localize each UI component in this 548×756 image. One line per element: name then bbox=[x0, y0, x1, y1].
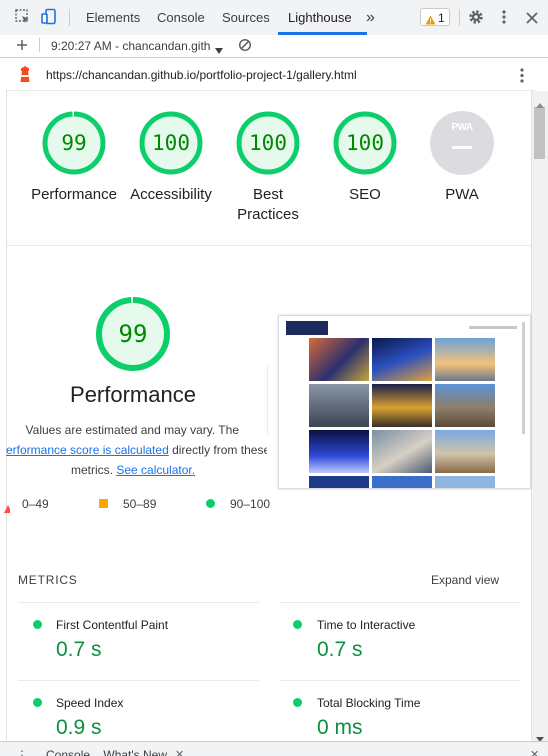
warnings-count: 1 bbox=[438, 11, 445, 25]
metric-value: 0.7 s bbox=[317, 638, 363, 661]
screenshot-logo bbox=[286, 321, 328, 335]
pass-circle-icon bbox=[293, 620, 302, 629]
drawer-tabbar: ⋮ Console What's New ✕ ✕ bbox=[0, 741, 548, 756]
screenshot-nav bbox=[469, 326, 517, 329]
metric-value: 0 ms bbox=[317, 716, 363, 739]
metric-divider bbox=[279, 602, 520, 603]
legend-average-label: 50–89 bbox=[123, 497, 157, 511]
metric-divider bbox=[18, 602, 259, 603]
metric-value: 0.9 s bbox=[56, 716, 102, 739]
description-text: Values are estimated and may vary. The bbox=[25, 423, 239, 437]
gallery-photo bbox=[372, 338, 432, 381]
metric-name: Time to Interactive bbox=[317, 618, 416, 632]
toolbar-divider bbox=[39, 38, 40, 52]
report-menu-icon[interactable] bbox=[520, 68, 524, 88]
device-toolbar-icon[interactable] bbox=[40, 8, 58, 26]
settings-gear-icon[interactable] bbox=[468, 9, 484, 30]
toolbar-divider bbox=[459, 9, 460, 26]
tab-console[interactable]: Console bbox=[157, 0, 205, 35]
new-report-icon[interactable] bbox=[15, 38, 29, 57]
metric-divider bbox=[279, 680, 520, 681]
pass-circle-icon bbox=[293, 698, 302, 707]
gauge-accessibility-score: 100 bbox=[152, 131, 190, 155]
expand-view-button[interactable]: Expand view bbox=[431, 573, 499, 587]
section-divider bbox=[7, 245, 531, 246]
legend-pass-label: 90–100 bbox=[230, 497, 271, 511]
inspect-element-icon[interactable] bbox=[14, 8, 32, 26]
performance-title: Performance bbox=[70, 382, 196, 407]
devtools-tabbar bbox=[0, 0, 548, 36]
gauge-performance-score: 99 bbox=[61, 131, 87, 155]
gallery-photo bbox=[309, 338, 369, 381]
scrollbar-thumb[interactable] bbox=[534, 107, 545, 159]
report-left-border bbox=[6, 90, 7, 740]
metric-name: First Contentful Paint bbox=[56, 618, 169, 632]
gallery-photo bbox=[435, 384, 495, 427]
kebab-menu-icon[interactable] bbox=[502, 10, 506, 29]
tab-lighthouse[interactable]: Lighthouse bbox=[288, 0, 352, 35]
gauge-best-practices-label-line1: Best bbox=[252, 186, 283, 203]
pass-circle-icon bbox=[33, 620, 42, 629]
metrics-heading: METRICS bbox=[18, 573, 78, 587]
scroll-up-arrow-icon[interactable] bbox=[536, 95, 544, 113]
gauge-pwa-label: PWA bbox=[445, 186, 479, 203]
fail-triangle-icon bbox=[4, 500, 12, 518]
description-text: directly from these bbox=[168, 443, 267, 457]
gallery-photo bbox=[309, 430, 369, 473]
average-square-icon bbox=[99, 499, 108, 508]
legend-fail-label: 0–49 bbox=[22, 497, 49, 511]
metric-divider bbox=[18, 680, 259, 681]
gauge-pwa[interactable] bbox=[430, 111, 494, 175]
metric-value: 0.7 s bbox=[56, 638, 102, 661]
lighthouse-logo-icon bbox=[18, 66, 32, 88]
toolbar-divider bbox=[69, 9, 70, 26]
gauge-seo-label: SEO bbox=[349, 186, 381, 203]
see-calculator-link[interactable]: See calculator. bbox=[116, 463, 195, 477]
pass-circle-icon bbox=[33, 698, 42, 707]
chevron-down-icon[interactable] bbox=[215, 41, 223, 59]
gallery-photo bbox=[372, 476, 432, 488]
report-url[interactable]: https://chancandan.github.io/portfolio-p… bbox=[46, 68, 357, 82]
tab-sources[interactable]: Sources bbox=[222, 0, 270, 35]
clear-reports-icon[interactable] bbox=[238, 38, 252, 57]
gallery-photo bbox=[309, 384, 369, 427]
pwa-badge-icon: PWA bbox=[451, 122, 473, 133]
metric-name: Speed Index bbox=[56, 696, 124, 710]
performance-description: Values are estimated and may vary. The e… bbox=[0, 420, 267, 480]
close-devtools-icon[interactable] bbox=[526, 11, 538, 29]
report-scrollbar[interactable] bbox=[532, 91, 548, 741]
gauge-best-practices-label-line2: Practices bbox=[237, 206, 299, 223]
gallery-photo bbox=[435, 430, 495, 473]
gauge-accessibility-label: Accessibility bbox=[130, 186, 212, 203]
gauge-performance-label: Performance bbox=[31, 186, 117, 203]
gallery-photo bbox=[435, 338, 495, 381]
section-divider bbox=[267, 365, 268, 435]
score-calculation-link[interactable]: erformance score is calculated bbox=[6, 443, 169, 457]
more-tabs-button[interactable]: » bbox=[366, 0, 375, 35]
gallery-photo bbox=[435, 476, 495, 488]
description-text: metrics. bbox=[71, 463, 117, 477]
gauge-best-practices-score: 100 bbox=[249, 131, 287, 155]
performance-score-large: 99 bbox=[118, 320, 148, 348]
final-screenshot[interactable] bbox=[278, 315, 531, 489]
gallery-photo bbox=[372, 384, 432, 427]
gauge-seo-score: 100 bbox=[346, 131, 384, 155]
gallery-photo bbox=[309, 476, 369, 488]
tab-elements[interactable]: Elements bbox=[86, 0, 140, 35]
pass-circle-icon bbox=[206, 499, 215, 508]
warnings-badge[interactable]: 1 bbox=[420, 8, 450, 26]
report-select[interactable]: 9:20:27 AM - chancandan.githu bbox=[51, 38, 211, 54]
gallery-photo bbox=[372, 430, 432, 473]
metric-name: Total Blocking Time bbox=[317, 696, 421, 710]
screenshot-scrollbar bbox=[522, 322, 525, 434]
warning-icon bbox=[425, 12, 436, 30]
